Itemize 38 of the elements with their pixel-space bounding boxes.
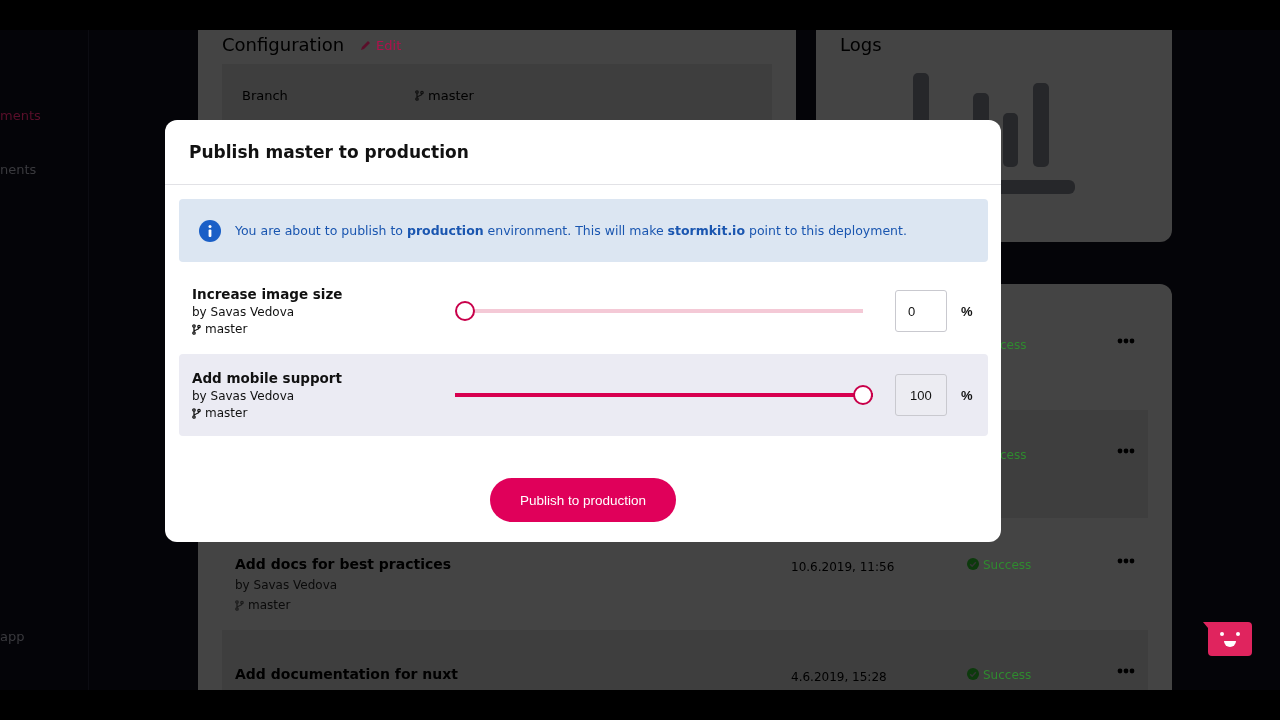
deployment-author: by Savas Vedova [235,578,339,592]
field-label: Branch [242,88,289,103]
card-title: Configuration [222,36,345,54]
branch-name: master [248,598,291,612]
slider-handle[interactable] [455,301,475,321]
deployment-title: Add mobile support [192,370,343,386]
info-icon [199,219,221,242]
notice-text: You are about to publish to production environment. This will make stormkit.io point to this deployment. [235,223,907,238]
branch-icon [192,407,201,419]
deployment-status: cess [999,337,1028,354]
branch-name: master [205,322,248,336]
card-title: Logs [840,36,882,54]
deployment-status: cess [999,447,1028,464]
percent-unit: % [961,303,973,319]
deployment-title: Add docs for best practices [235,556,453,572]
branch-icon [415,90,424,101]
deployment-date: 10.6.2019, 11:56 [791,559,895,574]
deployment-author: by Savas Vedova [192,389,296,403]
percent-unit: % [961,387,973,403]
check-circle-icon [967,558,979,570]
publish-button[interactable]: Publish to production [489,478,677,522]
check-circle-icon [967,668,979,680]
branch-icon [192,323,201,335]
deployment-title: Increase image size [192,286,344,302]
deployment-status: Success [983,558,1032,572]
percent-input[interactable]: 100 [895,374,947,416]
field-value: master [428,88,474,103]
percent-input[interactable]: 0 [895,290,947,332]
dialog-title: Publish master to production [189,142,469,162]
branch-name: master [205,406,248,420]
deployment-author: by Savas Vedova [192,305,296,319]
deployment-date: 4.6.2019, 15:28 [791,669,887,684]
deployment-title: Add documentation for nuxt [235,666,459,682]
slider-handle[interactable] [853,385,873,405]
pencil-icon [360,39,373,51]
branch-icon [235,599,244,611]
edit-link[interactable]: Edit [360,37,402,53]
deployment-status: Success [983,668,1032,682]
